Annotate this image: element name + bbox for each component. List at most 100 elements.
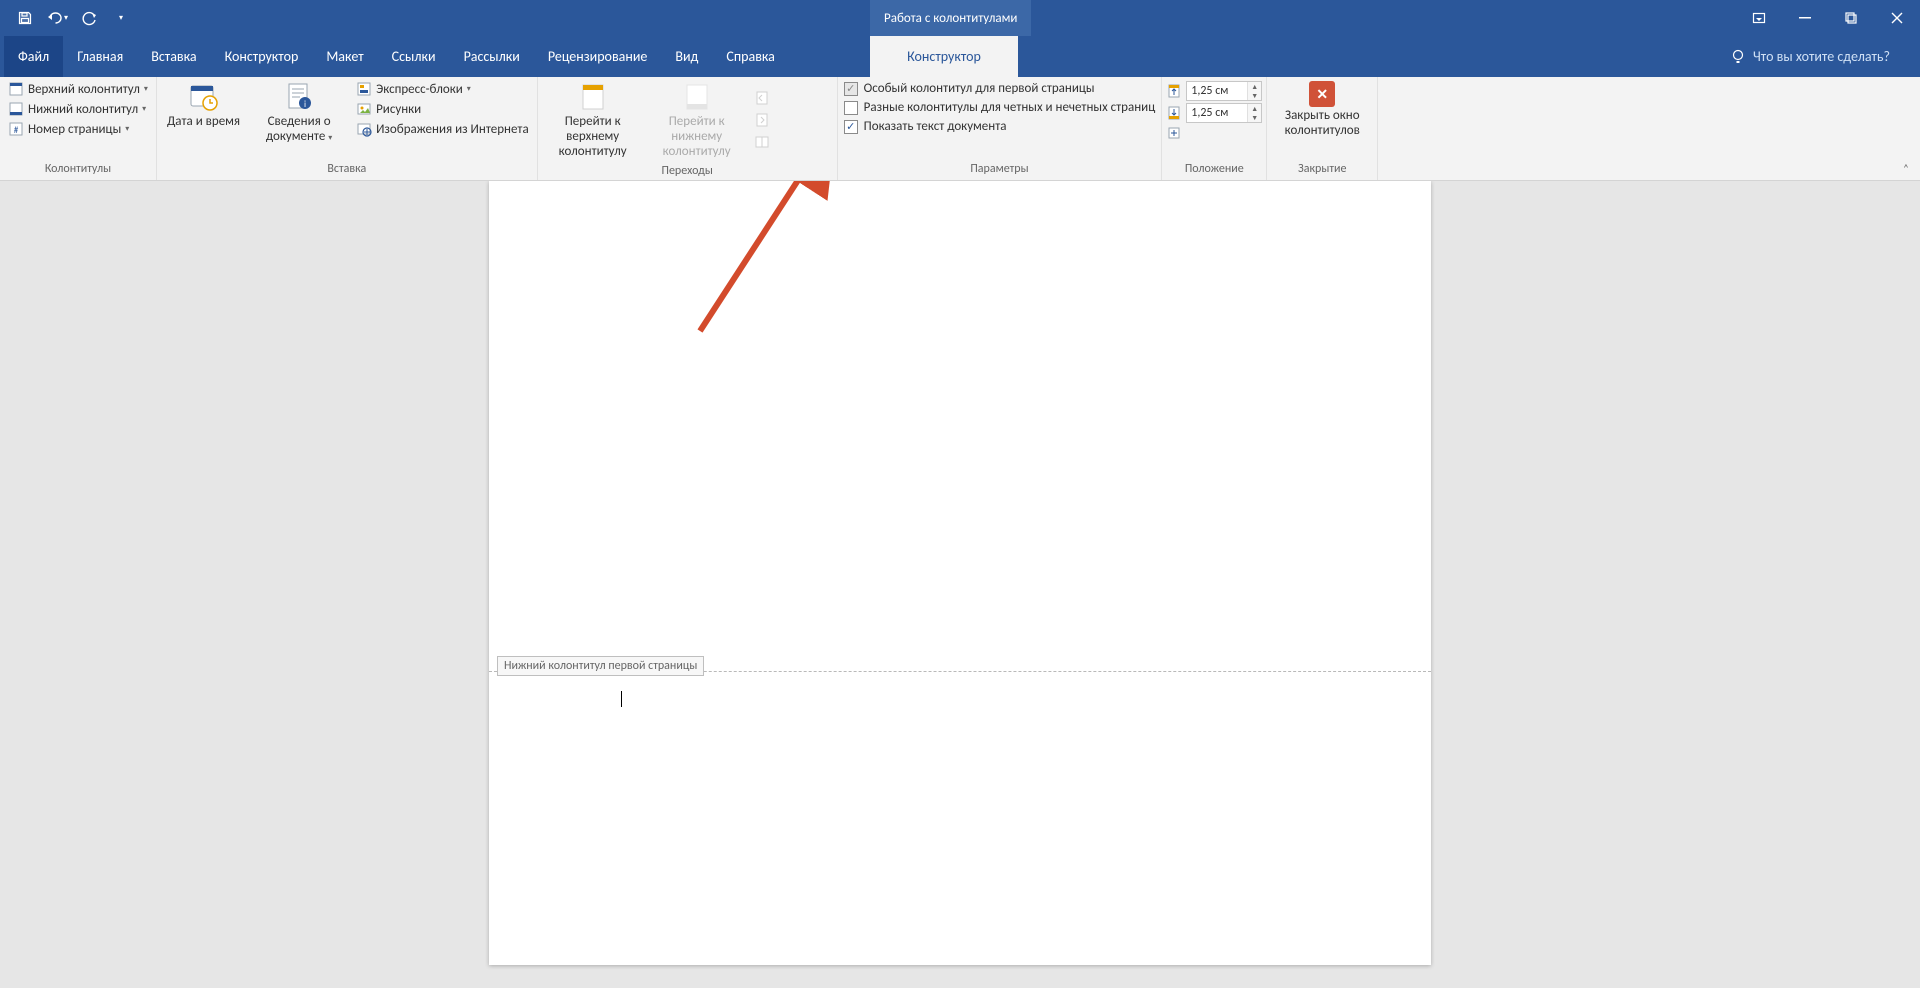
text-caret xyxy=(621,691,622,707)
online-pictures-icon xyxy=(356,121,372,137)
tab-home[interactable]: Главная xyxy=(63,36,137,77)
save-icon xyxy=(17,10,33,26)
chevron-down-icon: ▾ xyxy=(467,84,471,94)
ribbon: Верхний колонтитул ▾ Нижний колонтитул ▾… xyxy=(0,77,1920,181)
show-document-text-checkbox[interactable]: Показать текст документа xyxy=(842,119,1158,134)
svg-text:i: i xyxy=(304,99,306,110)
group-label: Вставка xyxy=(161,160,533,180)
maximize-button[interactable] xyxy=(1828,0,1874,36)
header-dropdown[interactable]: Верхний колонтитул ▾ xyxy=(4,79,152,99)
group-label: Параметры xyxy=(842,160,1158,180)
undo-icon xyxy=(46,10,64,26)
page-number-dropdown[interactable]: # Номер страницы ▾ xyxy=(4,119,152,139)
checkbox-checked-icon xyxy=(844,120,858,134)
button-label: Закрыть окно колонтитулов xyxy=(1277,109,1367,139)
checkbox-label: Разные колонтитулы для четных и нечетных… xyxy=(864,100,1156,115)
next-icon xyxy=(754,112,770,128)
header-from-top-spinner[interactable]: ▲▼ xyxy=(1166,81,1262,101)
next-button xyxy=(750,110,774,130)
quick-parts-icon xyxy=(356,81,372,97)
tab-label: Справка xyxy=(726,48,775,65)
tab-help[interactable]: Справка xyxy=(712,36,789,77)
tab-label: Конструктор xyxy=(225,48,299,65)
spin-up-button[interactable]: ▲ xyxy=(1247,82,1261,91)
different-odd-even-checkbox[interactable]: Разные колонтитулы для четных и нечетных… xyxy=(842,100,1158,115)
goto-header-button[interactable]: Перейти к верхнему колонтитулу xyxy=(542,79,644,162)
spin-up-button[interactable]: ▲ xyxy=(1247,104,1261,113)
date-time-icon xyxy=(188,81,220,113)
chevron-down-icon: ▾ xyxy=(125,124,129,134)
group-label: Переходы xyxy=(542,162,833,180)
maximize-icon xyxy=(1845,12,1857,24)
svg-text:#: # xyxy=(14,125,19,136)
goto-header-icon xyxy=(577,81,609,113)
footer-section-tag: Нижний колонтитул первой страницы xyxy=(497,656,704,676)
quick-access-toolbar: ▾ ▾ xyxy=(0,0,136,36)
close-x-icon: ✕ xyxy=(1309,81,1335,107)
document-info-dropdown[interactable]: i Сведения о документе ▾ xyxy=(248,79,350,147)
checkbox-unchecked-icon xyxy=(844,101,858,115)
different-first-page-checkbox[interactable]: Особый колонтитул для первой страницы xyxy=(842,81,1158,96)
header-from-top-input[interactable] xyxy=(1187,82,1247,100)
ribbon-options-icon xyxy=(1752,11,1766,25)
spin-down-button[interactable]: ▼ xyxy=(1247,113,1261,122)
contextual-tab-label: Работа с колонтитулами xyxy=(870,0,1031,36)
group-label: Закрытие xyxy=(1271,160,1373,180)
date-time-button[interactable]: Дата и время xyxy=(161,79,246,132)
contextual-tab-text: Работа с колонтитулами xyxy=(884,11,1017,26)
page-number-icon: # xyxy=(8,121,24,137)
alignment-tab-icon xyxy=(1166,125,1182,141)
footer-dropdown[interactable]: Нижний колонтитул ▾ xyxy=(4,99,152,119)
group-position: ▲▼ ▲▼ Положение xyxy=(1162,77,1267,180)
chevron-down-icon: ▾ xyxy=(142,104,146,114)
footer-tag-label: Нижний колонтитул первой страницы xyxy=(504,659,697,673)
spin-down-button[interactable]: ▼ xyxy=(1247,91,1261,100)
close-header-footer-button[interactable]: ✕ Закрыть окно колонтитулов xyxy=(1271,79,1373,141)
tab-view[interactable]: Вид xyxy=(661,36,712,77)
checkbox-label: Особый колонтитул для первой страницы xyxy=(864,81,1095,96)
footer-from-bottom-spinner[interactable]: ▲▼ xyxy=(1166,103,1262,123)
tab-header-footer-design[interactable]: Конструктор xyxy=(870,36,1018,77)
tab-label: Рецензирование xyxy=(548,48,648,65)
online-pictures-button[interactable]: Изображения из Интернета xyxy=(352,119,533,139)
tell-me-label: Что вы хотите сделать? xyxy=(1753,48,1890,65)
group-close: ✕ Закрыть окно колонтитулов Закрытие xyxy=(1267,77,1378,180)
collapse-ribbon-button[interactable]: ˄ xyxy=(1898,160,1914,176)
redo-button[interactable] xyxy=(74,0,104,36)
goto-footer-icon xyxy=(681,81,713,113)
save-button[interactable] xyxy=(10,0,40,36)
previous-icon xyxy=(754,90,770,106)
tab-insert[interactable]: Вставка xyxy=(137,36,210,77)
footer-icon xyxy=(8,101,24,117)
page[interactable]: Нижний колонтитул первой страницы xyxy=(489,181,1431,965)
tab-label: Файл xyxy=(18,48,49,65)
tab-layout[interactable]: Макет xyxy=(312,36,377,77)
tab-review[interactable]: Рецензирование xyxy=(534,36,662,77)
button-label: Верхний колонтитул xyxy=(28,82,140,97)
pictures-icon xyxy=(356,101,372,117)
tell-me-search[interactable]: Что вы хотите сделать? xyxy=(1715,36,1920,77)
minimize-icon xyxy=(1799,12,1811,24)
window-controls xyxy=(1736,0,1920,36)
chevron-up-icon: ˄ xyxy=(1903,162,1909,175)
tab-design[interactable]: Конструктор xyxy=(211,36,313,77)
link-icon xyxy=(754,134,770,150)
tab-label: Вид xyxy=(675,48,698,65)
ribbon-display-options-button[interactable] xyxy=(1736,0,1782,36)
footer-from-bottom-input[interactable] xyxy=(1187,104,1247,122)
button-label: Изображения из Интернета xyxy=(376,122,529,137)
pictures-button[interactable]: Рисунки xyxy=(352,99,533,119)
tab-references[interactable]: Ссылки xyxy=(378,36,450,77)
document-area: Нижний колонтитул первой страницы xyxy=(0,181,1920,988)
tab-label: Главная xyxy=(77,48,123,65)
close-window-button[interactable] xyxy=(1874,0,1920,36)
close-icon xyxy=(1891,12,1903,24)
insert-alignment-tab-button[interactable] xyxy=(1166,125,1262,141)
tab-mailings[interactable]: Рассылки xyxy=(450,36,534,77)
minimize-button[interactable] xyxy=(1782,0,1828,36)
qat-customize-button[interactable]: ▾ xyxy=(106,0,136,36)
tab-file[interactable]: Файл xyxy=(4,36,63,77)
chevron-down-icon: ▾ xyxy=(64,13,68,23)
quick-parts-dropdown[interactable]: Экспресс-блоки ▾ xyxy=(352,79,533,99)
undo-button[interactable]: ▾ xyxy=(42,0,72,36)
